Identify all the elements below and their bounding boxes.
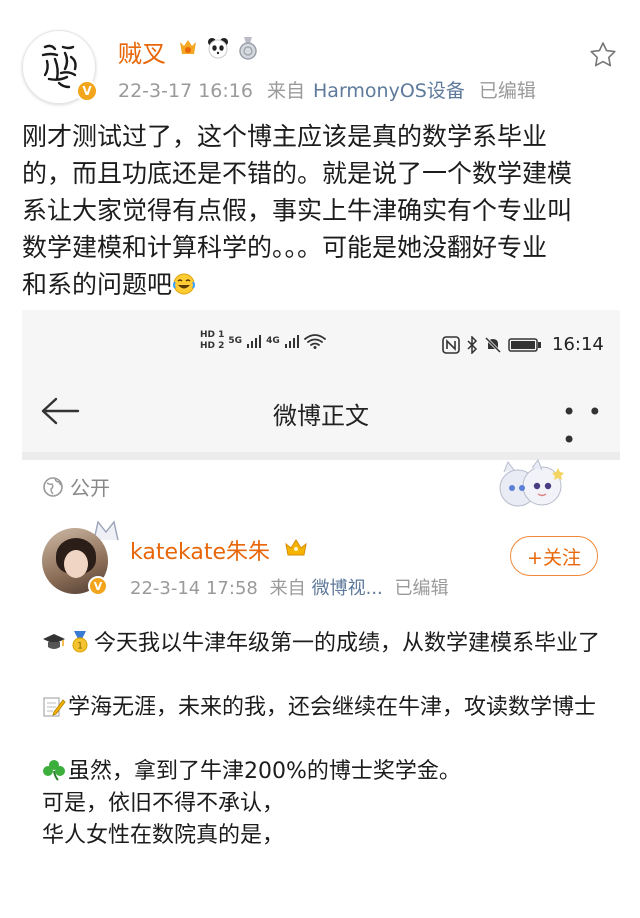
- paragraph-text: 学海无涯，未来的我，还会继续在牛津，攻读数学博士: [68, 695, 597, 720]
- visibility-label: 公开: [70, 476, 110, 500]
- paragraph: 1 今天我以牛津年级第一的成绩，从数学建模系毕业了: [42, 628, 602, 660]
- svg-text:1: 1: [77, 642, 83, 652]
- source-link[interactable]: HarmonyOS设备: [313, 80, 465, 102]
- paragraph-line: 可是，依旧不得不承认，: [42, 791, 285, 816]
- verified-badge: V: [88, 576, 108, 596]
- post-body-line: 数学建模和计算科学的。。。可能是她没翻好专业: [22, 233, 548, 262]
- calligraphy-logo: [41, 44, 77, 89]
- status-time: 16:14: [552, 334, 604, 355]
- paragraph-line: 华人女性在数院真的是，: [42, 823, 285, 848]
- favorite-star-icon[interactable]: [588, 40, 618, 70]
- memo-pencil-icon: [43, 697, 66, 717]
- panda-medal-icon[interactable]: [206, 36, 230, 60]
- post-content: 1 今天我以牛津年级第一的成绩，从数学建模系毕业了 学海无涯，未来的我，还会继续…: [42, 628, 602, 852]
- timestamp: 22-3-17 16:16: [118, 80, 253, 102]
- edited-label[interactable]: 已编辑: [395, 578, 449, 599]
- status-bar: HD 1 HD 2 5G 4G 16:14: [22, 310, 620, 378]
- username[interactable]: 贼叉: [118, 34, 166, 69]
- battery-icon: [508, 337, 541, 352]
- silver-medal-icon[interactable]: [236, 36, 260, 60]
- graduation-cap-icon: [43, 634, 65, 649]
- laughing-tears-emoji-icon: [173, 273, 196, 295]
- post-body-line-last: 和系的问题吧: [22, 266, 622, 303]
- bluetooth-icon: [467, 335, 478, 354]
- source-prefix: 来自: [269, 578, 306, 599]
- follow-button[interactable]: +关注: [510, 536, 598, 576]
- signal-bars-icon: [284, 335, 299, 348]
- post-body-line: 和系的问题吧: [22, 270, 173, 299]
- post-meta: 22-3-17 16:16 来自 HarmonyOS设备 已编辑: [118, 76, 544, 103]
- paragraph: 虽然，拿到了牛津200%的博士奖学金。 可是，依旧不得不承认， 华人女性在数院真…: [42, 756, 602, 852]
- medal-list: [176, 36, 260, 60]
- embedded-screenshot: HD 1 HD 2 5G 4G 16:14 微博正文 • • • 公开 V ka…: [22, 310, 620, 918]
- source-prefix: 来自: [267, 80, 306, 102]
- nfc-icon: [442, 335, 460, 354]
- page-title: 微博正文: [273, 402, 369, 430]
- fire-medal-icon[interactable]: [176, 36, 200, 60]
- author-username[interactable]: katekate朱朱: [130, 534, 270, 566]
- post-meta: 22-3-14 17:58 来自 微博视... 已编辑: [130, 574, 455, 600]
- post-body-line: 刚才测试过了，这个博主应该是真的数学系毕业: [22, 122, 548, 151]
- wifi-icon: [303, 334, 326, 349]
- mute-bell-icon: [484, 336, 502, 353]
- globe-icon: [43, 476, 63, 497]
- signal-group: HD 1 HD 2 5G 4G: [200, 330, 326, 352]
- timestamp: 22-3-14 17:58: [130, 578, 258, 599]
- inner-post: 公开 V katekate朱朱 22-3-14 17:58 来自 微博视... …: [22, 458, 620, 918]
- net1-label: 5G: [228, 335, 243, 346]
- gold-medal-icon: 1: [72, 631, 88, 653]
- sim-labels: HD 1 HD 2: [200, 330, 224, 352]
- crown-icon: [285, 539, 307, 556]
- edited-label[interactable]: 已编辑: [479, 80, 536, 102]
- visibility-indicator: 公开: [42, 472, 110, 501]
- paragraph: 学海无涯，未来的我，还会继续在牛津，攻读数学博士: [42, 692, 602, 724]
- verified-badge: V: [76, 80, 98, 102]
- cartoon-sticker-icon: [499, 458, 564, 507]
- paragraph-line: 虽然，拿到了牛津200%的博士奖学金。: [42, 756, 602, 788]
- status-icons: 16:14: [442, 334, 604, 355]
- post-body: 刚才测试过了，这个博主应该是真的数学系毕业 的，而且功底还是不错的。就是说了一个…: [22, 118, 622, 303]
- paragraph-text: 虽然，拿到了牛津200%的博士奖学金。: [68, 759, 461, 784]
- source-link[interactable]: 微博视...: [312, 578, 383, 599]
- sim1-label: HD 1: [200, 330, 225, 340]
- net2-label: 4G: [266, 335, 280, 346]
- nav-bar: 微博正文 • • •: [22, 378, 620, 454]
- post-body-line: 系让大家觉得有点假，事实上牛津确实有个专业叫: [22, 196, 573, 225]
- sim2-label: HD 2: [200, 341, 225, 351]
- shamrock-icon: [43, 760, 65, 781]
- signal-bars-icon: [247, 335, 262, 348]
- paragraph-text: 今天我以牛津年级第一的成绩，从数学建模系毕业了: [94, 631, 601, 656]
- more-menu-button[interactable]: • • •: [562, 398, 620, 454]
- weibo-post: V 贼叉 22-3-17 16:16 来自 HarmonyOS设备 已编辑 刚才测…: [0, 0, 640, 918]
- post-body-line: 的，而且功底还是不错的。就是说了一个数学建模: [22, 159, 573, 188]
